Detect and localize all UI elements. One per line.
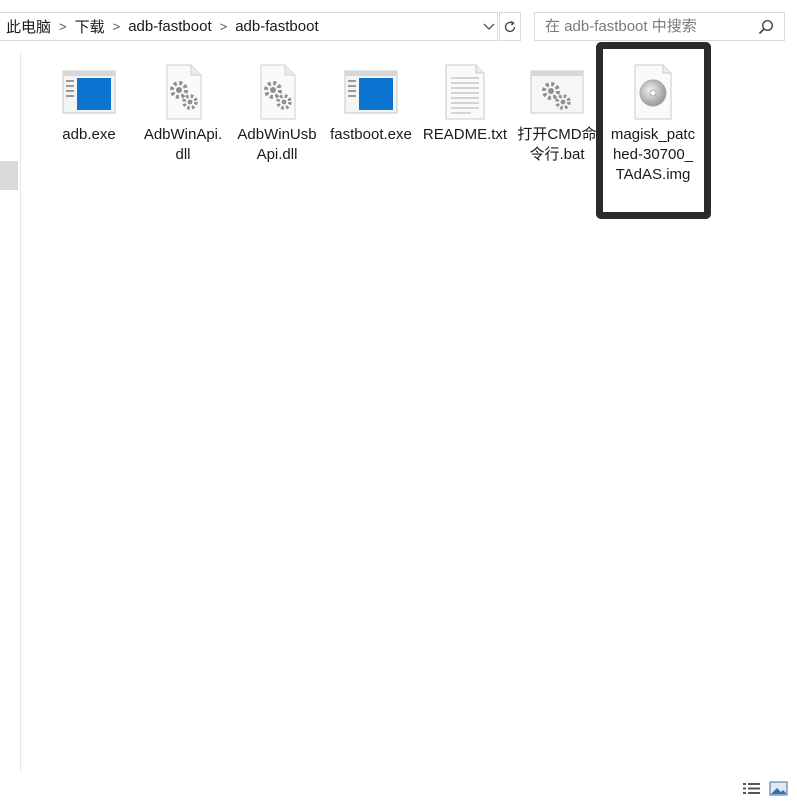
breadcrumb-adb-fastboot-current[interactable]: adb-fastboot (229, 18, 324, 35)
search-icon[interactable] (758, 19, 774, 35)
file-name: 打开CMD命令行.bat (517, 126, 597, 163)
navigation-pane[interactable] (0, 52, 21, 772)
dll-gear-icon (247, 62, 307, 122)
breadcrumb-this-pc[interactable]: 此电脑 (0, 16, 57, 37)
dll-gear-icon (153, 62, 213, 122)
batch-gear-icon (527, 62, 587, 122)
text-document-icon (435, 62, 495, 122)
file-item-adbwinapi-dll[interactable]: AdbWinApi.dll (140, 62, 226, 165)
exe-window-icon (341, 62, 401, 122)
chevron-right-icon[interactable]: > (218, 19, 230, 34)
file-name: README.txt (422, 126, 508, 143)
search-input[interactable] (543, 17, 765, 36)
view-mode-buttons (742, 781, 788, 796)
address-bar[interactable]: 此电脑 > 下载 > adb-fastboot > adb-fastboot (0, 12, 498, 41)
file-item-adb-exe[interactable]: adb.exe (46, 62, 132, 145)
file-item-readme-txt[interactable]: README.txt (422, 62, 508, 145)
exe-window-icon (59, 62, 119, 122)
file-name: adb.exe (62, 126, 116, 143)
refresh-icon (504, 20, 516, 32)
breadcrumb-downloads[interactable]: 下载 (69, 16, 111, 37)
file-item-adbwinusbapi-dll[interactable]: AdbWinUsbApi.dll (234, 62, 320, 165)
breadcrumb-adb-fastboot-parent[interactable]: adb-fastboot (122, 18, 217, 35)
file-name: AdbWinApi.dll (143, 126, 223, 163)
refresh-button[interactable] (499, 12, 521, 41)
chevron-down-icon (483, 23, 495, 30)
address-history-dropdown[interactable] (480, 13, 498, 40)
chevron-right-icon[interactable]: > (111, 19, 123, 34)
file-item-open-cmd-bat[interactable]: 打开CMD命令行.bat (514, 62, 600, 165)
chevron-right-icon[interactable]: > (57, 19, 69, 34)
details-view-icon[interactable] (742, 781, 761, 796)
file-name: AdbWinUsbApi.dll (237, 126, 317, 163)
nav-selected-item[interactable] (0, 161, 18, 190)
selection-highlight-frame (596, 42, 711, 219)
large-icons-view-icon[interactable] (769, 781, 788, 796)
file-item-fastboot-exe[interactable]: fastboot.exe (328, 62, 414, 145)
file-name: fastboot.exe (330, 126, 412, 143)
search-box[interactable] (534, 12, 785, 41)
